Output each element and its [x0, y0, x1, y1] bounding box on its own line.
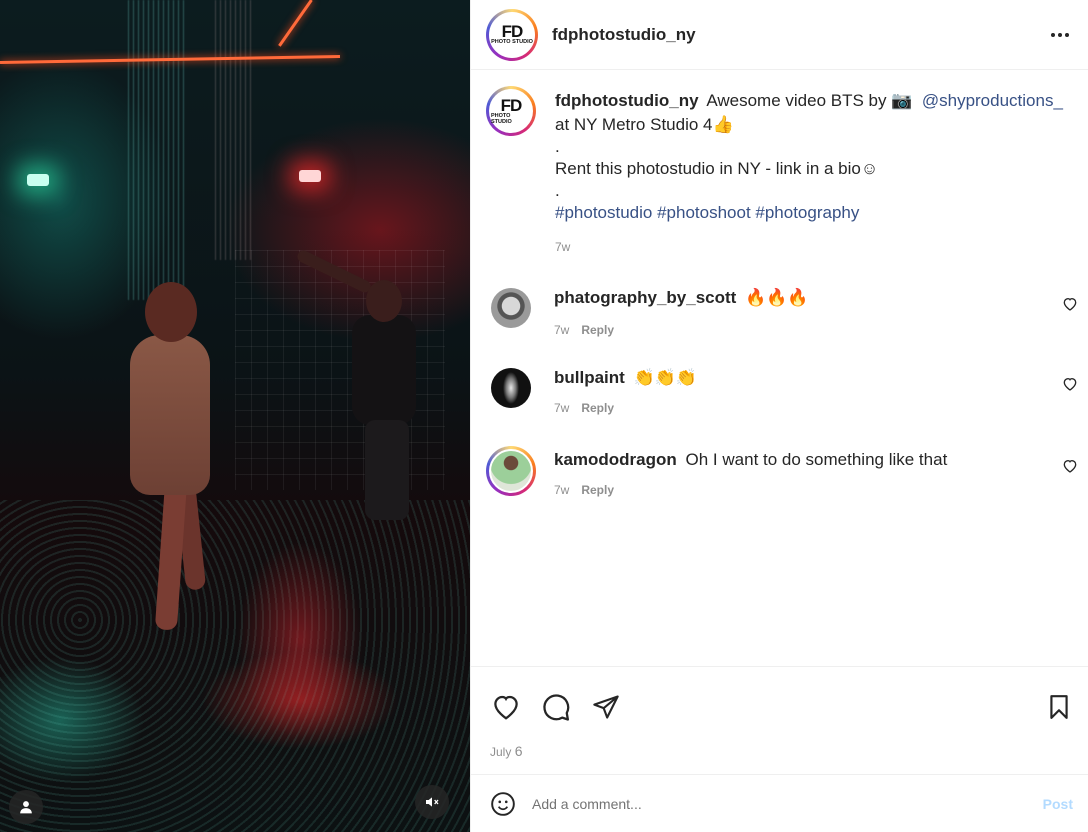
thumbs-up-emoji: 👍 [712, 115, 734, 134]
user-icon [20, 801, 32, 814]
post-header: FD PHOTO STUDIO fdphotostudio_ny [471, 0, 1088, 70]
neon-light [278, 0, 313, 47]
comment-timestamp: 7w [554, 401, 570, 415]
model-figure [145, 282, 197, 342]
reply-button[interactable]: Reply [581, 478, 614, 502]
heart-icon[interactable] [1062, 458, 1078, 474]
more-options-button[interactable] [1046, 21, 1074, 49]
post-date-day: 6 [514, 743, 523, 759]
reply-button[interactable]: Reply [581, 396, 614, 420]
rain-curtain [128, 0, 188, 300]
model-figure [130, 335, 210, 495]
volume-off-icon [426, 797, 439, 807]
heart-icon[interactable] [1062, 296, 1078, 312]
man-figure [366, 280, 402, 322]
reply-button[interactable]: Reply [581, 318, 614, 342]
like-button[interactable] [490, 691, 522, 723]
post-video[interactable] [0, 0, 470, 832]
share-button[interactable] [590, 691, 622, 723]
save-button[interactable] [1043, 691, 1075, 723]
commenter-avatar[interactable] [486, 446, 536, 496]
caption-username[interactable]: fdphotostudio_ny [555, 91, 699, 110]
rain-curtain [215, 0, 255, 260]
comment-text: 🔥🔥🔥 [745, 288, 809, 307]
post-actions: July 6 [471, 666, 1088, 774]
caption-text: Awesome video BTS by [706, 91, 887, 110]
logo-subtext: PHOTO STUDIO [491, 39, 533, 46]
mute-button[interactable] [415, 785, 449, 819]
author-username[interactable]: fdphotostudio_ny [552, 25, 696, 45]
post-date-month: July [490, 745, 512, 759]
comment-icon [543, 694, 570, 721]
red-lamp [299, 170, 321, 182]
more-horizontal-icon [1051, 32, 1069, 37]
post-comment-button[interactable]: Post [1043, 796, 1073, 812]
comment-timestamp: 7w [554, 483, 570, 497]
caption-timestamp: 7w [555, 240, 571, 254]
comment-timestamp: 7w [554, 323, 570, 337]
comment-item: bullpaint 👏👏👏 7w Reply [471, 366, 1088, 420]
caption: FD PHOTO STUDIO fdphotostudio_ny Awesome… [471, 71, 1088, 259]
caption-avatar[interactable]: FD PHOTO STUDIO [486, 86, 536, 136]
comment-button[interactable] [540, 691, 572, 723]
comment-username[interactable]: bullpaint [554, 368, 625, 387]
hashtags[interactable]: #photostudio #photoshoot #photography [555, 201, 1065, 225]
comment-username[interactable]: phatography_by_scott [554, 288, 736, 307]
comment-item: phatography_by_scott 🔥🔥🔥 7w Reply [471, 286, 1088, 342]
author-avatar[interactable]: FD PHOTO STUDIO [486, 8, 538, 61]
commenter-avatar[interactable] [491, 288, 531, 328]
comment-item: kamododragon Oh I want to do something l… [471, 446, 1088, 502]
comments-section[interactable]: FD PHOTO STUDIO fdphotostudio_ny Awesome… [471, 71, 1088, 666]
wet-floor [0, 500, 470, 832]
heart-icon[interactable] [1062, 376, 1078, 392]
emoji-icon[interactable] [490, 791, 516, 817]
caption-dot: . [555, 137, 560, 156]
comment-text: Oh I want to do something like that [685, 450, 948, 469]
add-comment-bar: Post [471, 774, 1088, 832]
logo-subtext: PHOTO STUDIO [491, 113, 512, 125]
caption-line: Rent this photostudio in NY - link in a … [555, 159, 879, 178]
man-figure [365, 420, 409, 520]
share-icon [593, 695, 619, 719]
logo-text: FD [501, 22, 524, 42]
camera-emoji: 📷 [891, 91, 913, 110]
comment-input[interactable] [532, 795, 1043, 812]
post-date: July 6 [471, 729, 1088, 759]
post-side-panel: FD PHOTO STUDIO fdphotostudio_ny FD PHOT… [470, 0, 1088, 832]
tagged-users-button[interactable] [9, 790, 43, 824]
heart-icon [494, 695, 518, 720]
comment-text: 👏👏👏 [633, 368, 698, 387]
caption-dot: . [555, 181, 560, 200]
bookmark-icon [1050, 695, 1068, 719]
caption-text: at NY Metro Studio 4 [555, 115, 713, 134]
mention-link[interactable]: @shyproductions_ [922, 91, 1063, 110]
commenter-avatar[interactable] [491, 368, 531, 408]
man-figure [352, 315, 416, 425]
comment-username[interactable]: kamododragon [554, 450, 677, 469]
green-lamp [27, 174, 49, 186]
logo-text: FD [500, 96, 523, 115]
